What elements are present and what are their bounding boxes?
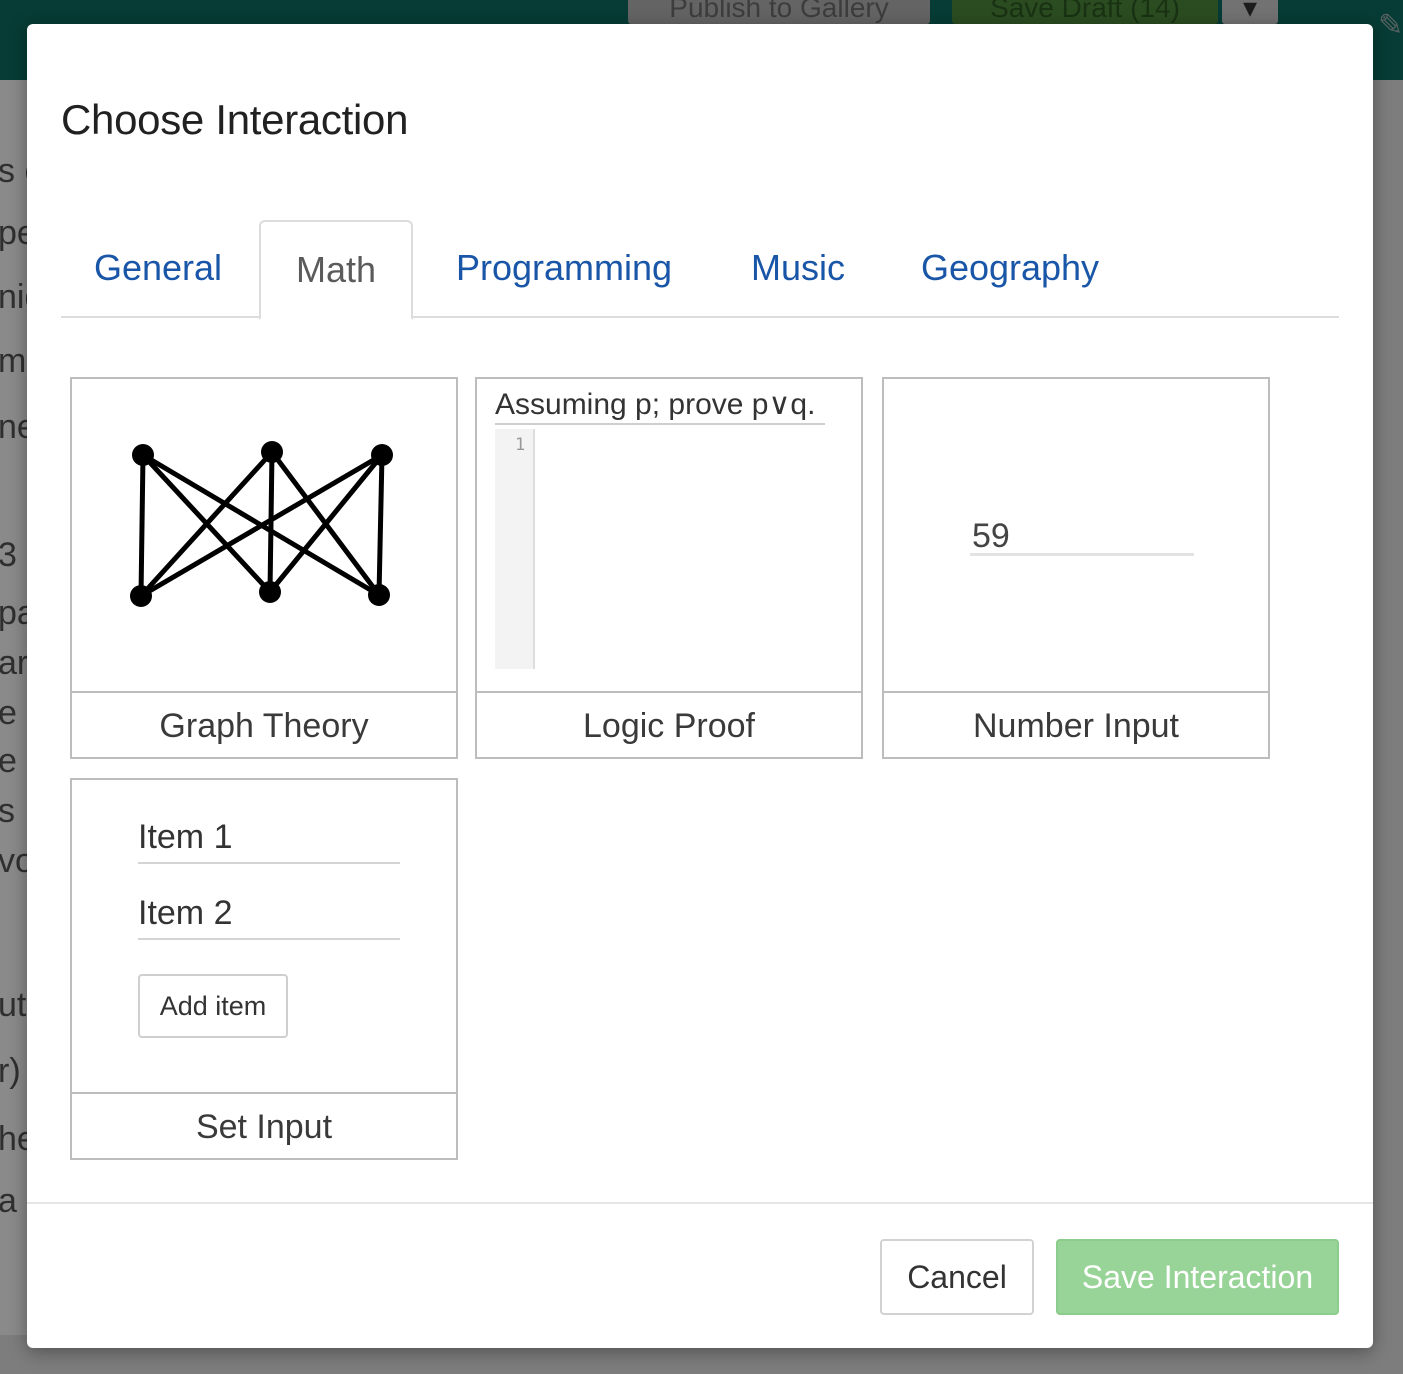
- cancel-button[interactable]: Cancel: [880, 1239, 1034, 1315]
- set-item-underline: [138, 938, 400, 940]
- bipartite-graph-icon: [130, 441, 393, 607]
- background-text-fragment: m: [0, 342, 27, 380]
- tab-programming[interactable]: Programming: [433, 220, 695, 318]
- tab-math[interactable]: Math: [259, 220, 413, 320]
- background-text-fragment: r): [0, 1052, 21, 1090]
- tile-preview: 59: [884, 379, 1268, 693]
- tab-geography[interactable]: Geography: [903, 220, 1117, 318]
- add-item-preview-button: Add item: [138, 974, 288, 1038]
- background-text-fragment: e: [0, 694, 17, 732]
- footer-divider: [27, 1202, 1373, 1204]
- save-interaction-button[interactable]: Save Interaction: [1056, 1239, 1339, 1315]
- number-preview-value: 59: [972, 517, 1010, 555]
- tile-label: Number Input: [973, 707, 1179, 745]
- interaction-tile-set-input[interactable]: Item 1 Item 2 Add item Set Input: [70, 778, 458, 1160]
- interaction-tile-graph-theory[interactable]: Graph Theory: [70, 377, 458, 759]
- modal-title: Choose Interaction: [61, 96, 409, 143]
- background-text-fragment: 3: [0, 536, 17, 574]
- tile-preview: [72, 379, 456, 693]
- set-item: Item 2: [138, 894, 233, 932]
- background-text-fragment: s: [0, 792, 15, 830]
- interaction-tile-number-input[interactable]: 59 Number Input: [882, 377, 1270, 759]
- line-number: 1: [515, 435, 526, 455]
- code-editor-gutter: [495, 429, 535, 669]
- prompt-underline: [495, 423, 825, 425]
- tab-music[interactable]: Music: [733, 220, 863, 318]
- tile-label: Set Input: [195, 1108, 333, 1146]
- set-item-underline: [138, 862, 400, 864]
- tile-preview: Item 1 Item 2 Add item: [72, 780, 456, 1094]
- logic-proof-prompt: Assuming p; prove p∨q.: [495, 388, 816, 421]
- background-text-fragment: ar: [0, 644, 29, 682]
- tile-preview: Assuming p; prove p∨q. 1: [477, 379, 861, 693]
- tile-label: Logic Proof: [583, 707, 755, 745]
- tile-label: Graph Theory: [159, 707, 369, 745]
- number-input-underline: [970, 553, 1194, 556]
- set-item: Item 1: [138, 818, 233, 856]
- tab-general[interactable]: General: [61, 220, 255, 318]
- category-tabs: General Math Programming Music Geography: [61, 220, 1339, 320]
- interaction-tile-logic-proof[interactable]: Assuming p; prove p∨q. 1 Logic Proof: [475, 377, 863, 759]
- choose-interaction-modal: Choose Interaction General Math Programm…: [27, 24, 1373, 1348]
